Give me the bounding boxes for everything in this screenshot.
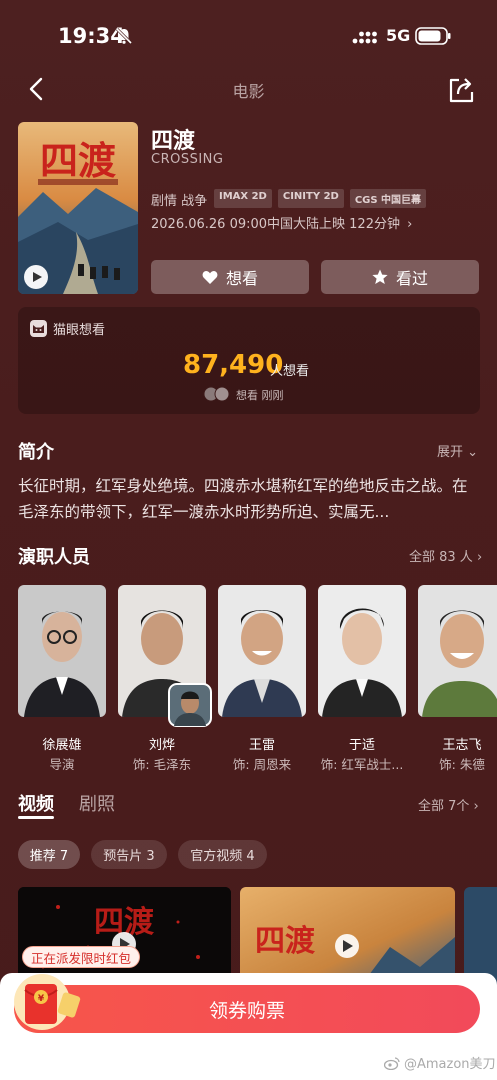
recent-want-tip: 想看 刚刚 [236,389,284,402]
cast-name: 王雷 [248,738,275,753]
signal-icon [352,31,377,44]
red-envelope-icon[interactable]: ¥ [12,970,90,1034]
cast-photo [18,585,106,717]
want-to-see-button[interactable]: 想看 [151,260,309,294]
tab-active-indicator [18,816,54,819]
cast-photo [218,585,306,717]
chevron-right-icon: › [407,217,413,232]
want-to-see-label: 想看 [225,269,258,288]
cast-role: 饰: 毛泽东 [132,757,192,772]
cast-member[interactable]: 王志飞 饰: 朱德 [418,585,497,772]
battery-icon [415,27,451,45]
network-type: 5G [386,26,411,45]
format-tag: CGS 中国巨幕 [349,189,427,208]
chip-recommended[interactable]: 推荐 7 [18,840,80,869]
cast-member[interactable]: 刘烨 饰: 毛泽东 [118,585,212,772]
cast-role: 饰: 周恩来 [232,757,292,772]
tab-videos[interactable]: 视频 [18,790,54,816]
maoyan-cat-icon [30,320,47,337]
videos-all-label: 全部 7个 [418,799,470,814]
cast-list: 徐展雄 导演 刘烨 饰: 毛泽东 王雷 饰: 周恩来 于适 饰: 红军战士... [18,585,497,772]
recent-user-avatars [203,386,230,402]
movie-title: 四渡 [151,129,196,154]
format-tag: CINITY 2D [277,189,344,208]
weibo-icon [384,1056,400,1070]
cast-all-button[interactable]: 全部 83 人 › [409,546,482,565]
cast-name: 刘烨 [148,738,175,753]
intro-expand-label: 展开 [437,445,464,460]
page-title: 电影 [232,82,265,101]
intro-expand-button[interactable]: 展开 ⌄ [437,441,478,460]
maoyan-want-label: 猫眼想看 [53,323,106,338]
mute-bell-icon [115,27,133,45]
videos-all-button[interactable]: 全部 7个 › [418,795,479,814]
movie-english-title: CROSSING [151,152,224,167]
status-bar: 19:34 5G [0,0,497,72]
chevron-right-icon: › [473,799,479,814]
want-count-unit: 人想看 [270,364,310,379]
format-tag: IMAX 2D [214,189,272,208]
watermark: @Amazon美刀 [384,1053,496,1072]
movie-genre: 剧情 战争 [151,194,208,209]
tab-stills[interactable]: 剧照 [79,790,115,816]
poster-title-text: 四渡 [40,138,116,183]
release-text: 2026.06.26 09:00中国大陆上映 122分钟 [151,217,400,232]
maoyan-want-header: 猫眼想看 [30,319,105,338]
chevron-right-icon: › [476,550,483,565]
cast-role: 饰: 红军战士... [320,757,404,772]
chip-trailers[interactable]: 预告片 3 [91,840,167,869]
cast-member[interactable]: 王雷 饰: 周恩来 [218,585,306,772]
cast-role: 导演 [49,757,75,772]
star-icon [372,269,388,284]
want-count: 87,490 [183,350,284,380]
cast-title: 演职人员 [18,547,90,568]
heart-icon [202,270,218,284]
share-icon[interactable] [447,74,475,104]
seen-label: 看过 [395,269,428,288]
intro-text: 长征时期，红军身处绝境。四渡赤水堪称红军的绝地反击之战。在毛泽东的带领下，红军一… [18,477,468,521]
chevron-down-icon: ⌄ [467,445,479,460]
video-thumbnail[interactable]: 四渡 [240,887,455,987]
chip-official-videos[interactable]: 官方视频 4 [178,840,267,869]
video-thumbnail[interactable] [464,887,497,987]
video-title-text: 四渡 [255,924,316,959]
cast-role: 饰: 朱德 [439,757,485,772]
intro-title: 简介 [18,442,54,463]
format-tags: IMAX 2D CINITY 2D CGS 中国巨幕 [214,189,427,208]
cast-name: 徐展雄 [42,738,82,753]
cast-name: 王志飞 [442,738,482,753]
redpack-promo-badge[interactable]: 正在派发限时红包 [22,946,141,968]
nav-bar: 电影 [0,72,497,108]
cast-all-label: 全部 83 人 [409,550,473,565]
watermark-text: @Amazon美刀 [404,1057,496,1072]
movie-detail-page: 19:34 5G 电影 四渡 四渡 CROSSING 剧情 战争 IMAX 2D… [0,0,497,1080]
svg-text:¥: ¥ [38,994,45,1004]
cast-member[interactable]: 于适 饰: 红军战士... [318,585,406,772]
cast-photo [318,585,406,717]
cast-photo [418,585,497,717]
cast-name: 于适 [348,738,375,753]
cast-member[interactable]: 徐展雄 导演 [18,585,106,772]
release-info[interactable]: 2026.06.26 09:00中国大陆上映 122分钟 › [151,213,412,232]
poster-play-icon[interactable] [24,265,48,289]
seen-button[interactable]: 看过 [321,260,479,294]
character-still-thumbnail [168,683,212,727]
